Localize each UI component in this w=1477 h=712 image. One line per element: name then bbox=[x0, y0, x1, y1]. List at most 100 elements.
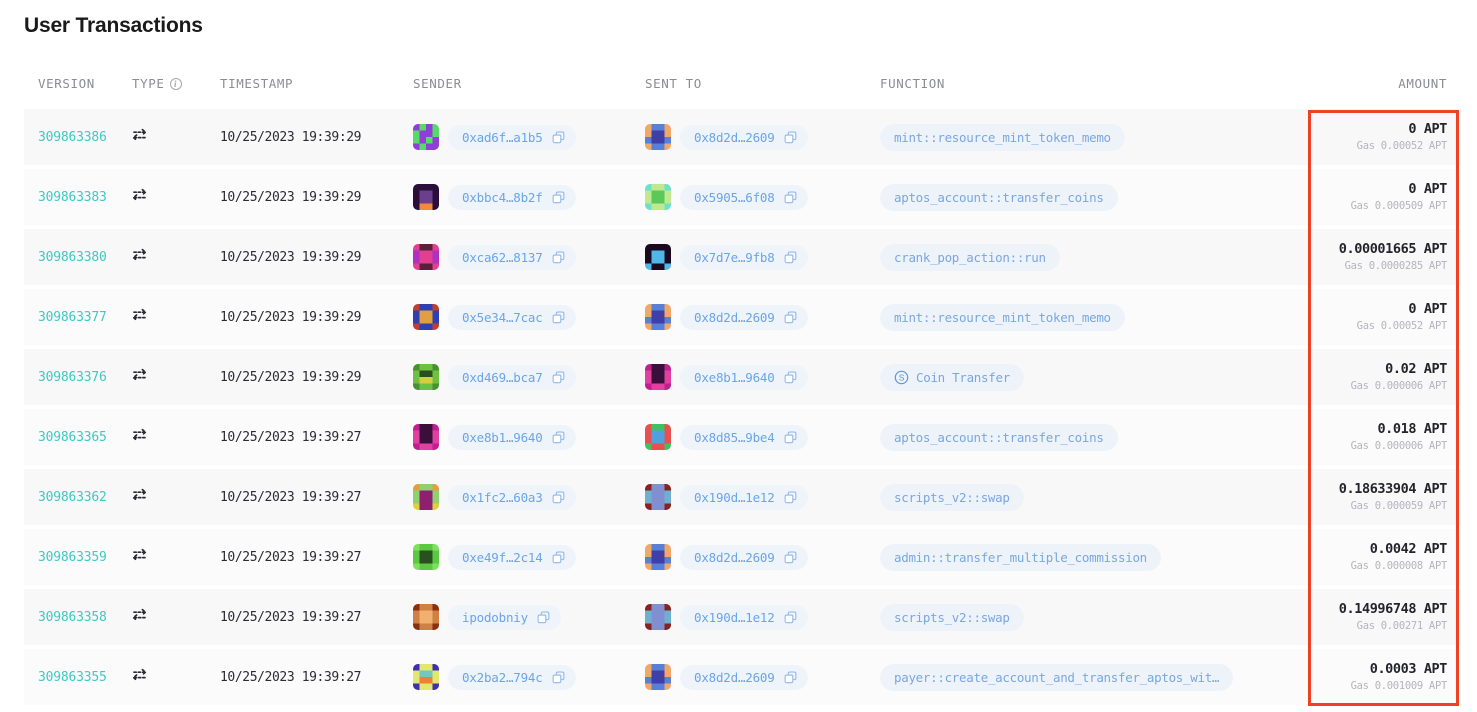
copy-icon[interactable] bbox=[552, 430, 565, 444]
info-icon[interactable]: i bbox=[169, 77, 182, 90]
function-pill[interactable]: scripts_v2::swap bbox=[880, 483, 1024, 511]
sender-address-text: 0x1fc2…60a3 bbox=[462, 489, 543, 505]
transaction-version-link[interactable]: 309863355 bbox=[24, 649, 132, 705]
copy-icon[interactable] bbox=[784, 430, 797, 444]
sender-address-pill[interactable]: 0xad6f…a1b5 bbox=[448, 124, 576, 150]
recipient-address-text: 0x5905…6f08 bbox=[694, 189, 775, 205]
copy-icon[interactable] bbox=[784, 250, 797, 264]
column-header-version[interactable]: VERSION bbox=[24, 76, 132, 105]
recipient-avatar bbox=[645, 124, 671, 150]
copy-icon[interactable] bbox=[784, 670, 797, 684]
copy-icon[interactable] bbox=[552, 250, 565, 264]
column-header-function-label: FUNCTION bbox=[880, 76, 946, 91]
copy-icon[interactable] bbox=[537, 610, 550, 624]
copy-icon[interactable] bbox=[784, 190, 797, 204]
copy-icon[interactable] bbox=[552, 490, 565, 504]
table-row[interactable]: 309863386 10/25/2023 19:39:29 0xad6f…a1b5 0… bbox=[24, 109, 1461, 165]
sender-address-pill[interactable]: 0xca62…8137 bbox=[448, 244, 576, 270]
function-pill[interactable]: mint::resource_mint_token_memo bbox=[880, 123, 1125, 151]
function-pill[interactable]: payer::create_account_and_transfer_aptos… bbox=[880, 663, 1234, 691]
amount-value: 0.0042 APT bbox=[1369, 540, 1448, 557]
transaction-exchange-icon bbox=[132, 368, 147, 381]
sender-address-pill[interactable]: 0xd469…bca7 bbox=[448, 364, 576, 390]
recipient-address-wrapper: 0x8d2d…2609 bbox=[645, 124, 880, 150]
column-header-sender[interactable]: SENDER bbox=[413, 76, 645, 105]
copy-icon[interactable] bbox=[784, 610, 797, 624]
function-pill[interactable]: aptos_account::transfer_coins bbox=[880, 183, 1118, 211]
copy-icon[interactable] bbox=[552, 190, 565, 204]
column-header-type[interactable]: TYPE i bbox=[132, 76, 220, 105]
copy-icon[interactable] bbox=[784, 310, 797, 324]
table-row[interactable]: 309863377 10/25/2023 19:39:29 0x5e34…7cac 0… bbox=[24, 289, 1461, 345]
table-row[interactable]: 309863380 10/25/2023 19:39:29 0xca62…8137 0… bbox=[24, 229, 1461, 285]
recipient-address-pill[interactable]: 0x8d2d…2609 bbox=[680, 544, 808, 570]
table-row[interactable]: 309863383 10/25/2023 19:39:29 0xbbc4…8b2f 0… bbox=[24, 169, 1461, 225]
column-header-amount[interactable]: AMOUNT bbox=[1275, 76, 1461, 105]
recipient-address-wrapper: 0x8d2d…2609 bbox=[645, 664, 880, 690]
table-row[interactable]: 309863365 10/25/2023 19:39:27 0xe8b1…9640 0… bbox=[24, 409, 1461, 465]
recipient-address-pill[interactable]: 0x190d…1e12 bbox=[680, 484, 808, 510]
transaction-version-link[interactable]: 309863377 bbox=[24, 289, 132, 345]
column-header-timestamp-label: TIMESTAMP bbox=[220, 76, 294, 91]
transaction-function-cell: crank_pop_action::run bbox=[880, 229, 1275, 285]
transaction-version-link[interactable]: 309863376 bbox=[24, 349, 132, 405]
table-row[interactable]: 309863355 10/25/2023 19:39:27 0x2ba2…794c 0… bbox=[24, 649, 1461, 705]
table-row[interactable]: 309863358 10/25/2023 19:39:27 ipodobniy 0x1… bbox=[24, 589, 1461, 645]
copy-icon[interactable] bbox=[784, 550, 797, 564]
function-pill[interactable]: admin::transfer_multiple_commission bbox=[880, 543, 1161, 571]
sender-address-pill[interactable]: 0x1fc2…60a3 bbox=[448, 484, 576, 510]
column-header-timestamp[interactable]: TIMESTAMP bbox=[220, 76, 413, 105]
transaction-version-link[interactable]: 309863386 bbox=[24, 109, 132, 165]
sender-address-pill[interactable]: 0xe8b1…9640 bbox=[448, 424, 576, 450]
table-row[interactable]: 309863376 10/25/2023 19:39:29 0xd469…bca7 0… bbox=[24, 349, 1461, 405]
sender-address-pill[interactable]: ipodobniy bbox=[448, 604, 561, 630]
gas-value: Gas 0.00271 APT bbox=[1356, 619, 1448, 632]
recipient-address-text: 0xe8b1…9640 bbox=[694, 369, 775, 385]
column-header-function[interactable]: FUNCTION bbox=[880, 76, 1275, 105]
recipient-avatar bbox=[645, 184, 671, 210]
copy-icon[interactable] bbox=[552, 670, 565, 684]
transaction-amount-cell: 0 APT Gas 0.00052 APT bbox=[1275, 109, 1461, 165]
sender-address-pill[interactable]: 0x5e34…7cac bbox=[448, 304, 576, 330]
function-pill[interactable]: mint::resource_mint_token_memo bbox=[880, 303, 1125, 331]
transaction-version-link[interactable]: 309863365 bbox=[24, 409, 132, 465]
copy-icon[interactable] bbox=[552, 550, 565, 564]
recipient-address-wrapper: 0x190d…1e12 bbox=[645, 604, 880, 630]
transaction-version-link[interactable]: 309863359 bbox=[24, 529, 132, 585]
recipient-address-pill[interactable]: 0x8d2d…2609 bbox=[680, 304, 808, 330]
transaction-version-link[interactable]: 309863362 bbox=[24, 469, 132, 525]
gas-value: Gas 0.000008 APT bbox=[1350, 559, 1448, 572]
sender-address-pill[interactable]: 0xbbc4…8b2f bbox=[448, 184, 576, 210]
sender-address-cell: 0xe8b1…9640 bbox=[413, 409, 645, 465]
sender-address-pill[interactable]: 0x2ba2…794c bbox=[448, 664, 576, 690]
recipient-address-pill[interactable]: 0x8d2d…2609 bbox=[680, 124, 808, 150]
table-row[interactable]: 309863362 10/25/2023 19:39:27 0x1fc2…60a3 0… bbox=[24, 469, 1461, 525]
recipient-avatar bbox=[645, 424, 671, 450]
transaction-version-link[interactable]: 309863383 bbox=[24, 169, 132, 225]
gas-value: Gas 0.0000285 APT bbox=[1344, 259, 1448, 272]
copy-icon[interactable] bbox=[784, 490, 797, 504]
function-pill[interactable]: crank_pop_action::run bbox=[880, 243, 1060, 271]
sender-address-pill[interactable]: 0xe49f…2c14 bbox=[448, 544, 576, 570]
recipient-address-pill[interactable]: 0x190d…1e12 bbox=[680, 604, 808, 630]
table-row[interactable]: 309863359 10/25/2023 19:39:27 0xe49f…2c14 0… bbox=[24, 529, 1461, 585]
function-label: mint::resource_mint_token_memo bbox=[894, 309, 1111, 325]
transaction-type-cell bbox=[132, 169, 220, 225]
transaction-version-link[interactable]: 309863358 bbox=[24, 589, 132, 645]
recipient-address-pill[interactable]: 0x5905…6f08 bbox=[680, 184, 808, 210]
copy-icon[interactable] bbox=[552, 130, 565, 144]
recipient-avatar bbox=[645, 244, 671, 270]
column-header-sent-to[interactable]: SENT TO bbox=[645, 76, 880, 105]
copy-icon[interactable] bbox=[552, 370, 565, 384]
copy-icon[interactable] bbox=[552, 310, 565, 324]
recipient-address-pill[interactable]: 0xe8b1…9640 bbox=[680, 364, 808, 390]
function-pill[interactable]: aptos_account::transfer_coins bbox=[880, 423, 1118, 451]
function-pill[interactable]: S Coin Transfer bbox=[880, 363, 1024, 391]
recipient-address-pill[interactable]: 0x7d7e…9fb8 bbox=[680, 244, 808, 270]
copy-icon[interactable] bbox=[784, 130, 797, 144]
transaction-version-link[interactable]: 309863380 bbox=[24, 229, 132, 285]
copy-icon[interactable] bbox=[784, 370, 797, 384]
function-pill[interactable]: scripts_v2::swap bbox=[880, 603, 1024, 631]
recipient-address-pill[interactable]: 0x8d2d…2609 bbox=[680, 664, 808, 690]
recipient-address-pill[interactable]: 0x8d85…9be4 bbox=[680, 424, 808, 450]
